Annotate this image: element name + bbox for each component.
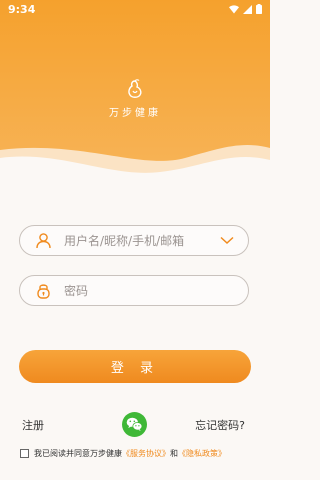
agreement-conjunction: 和 xyxy=(170,449,178,458)
service-agreement-link[interactable]: 《服务协议》 xyxy=(122,448,170,459)
wifi-icon xyxy=(229,4,239,13)
username-input[interactable] xyxy=(64,226,214,255)
username-field[interactable] xyxy=(19,225,249,256)
status-bar: 9:34 xyxy=(0,0,270,18)
app-name: 万步健康 xyxy=(109,108,161,119)
register-link[interactable]: 注册 xyxy=(22,417,44,433)
privacy-policy-link[interactable]: 《隐私政策》 xyxy=(178,448,226,459)
login-button[interactable]: 登 录 xyxy=(19,350,251,383)
forgot-password-link[interactable]: 忘记密码? xyxy=(195,417,245,433)
agreement-checkbox[interactable] xyxy=(20,449,29,458)
agreement-row: 我已阅读并同意万步健康 《服务协议》 和 《隐私政策》 xyxy=(20,448,226,459)
app-logo-icon xyxy=(128,79,142,98)
app-logo: 万步健康 xyxy=(0,78,270,119)
battery-icon xyxy=(256,4,262,14)
chevron-down-icon[interactable] xyxy=(220,236,234,245)
status-icons xyxy=(229,4,262,14)
user-icon xyxy=(36,233,51,249)
status-time: 9:34 xyxy=(8,3,36,16)
signal-icon xyxy=(243,4,252,14)
password-input[interactable] xyxy=(64,276,214,305)
wechat-icon[interactable] xyxy=(122,412,147,437)
lock-icon xyxy=(37,284,50,299)
password-field[interactable] xyxy=(19,275,249,306)
agreement-text: 我已阅读并同意万步健康 xyxy=(34,449,122,458)
